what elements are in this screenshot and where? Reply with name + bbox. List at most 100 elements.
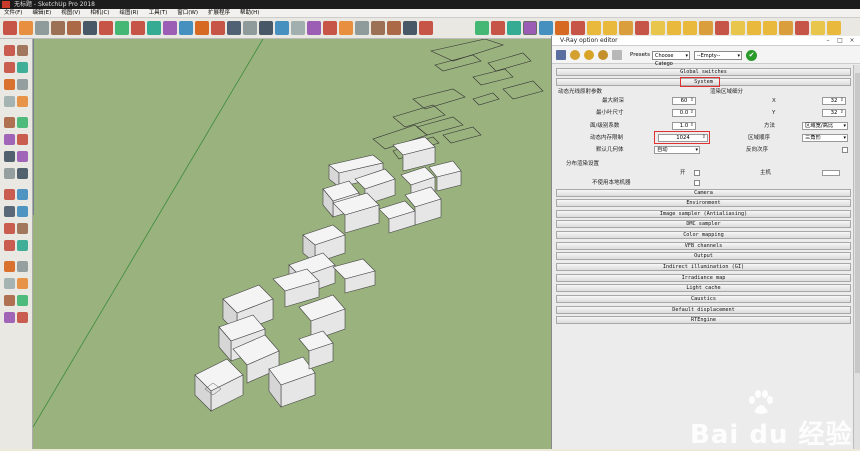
section-color-mapping[interactable]: Color mapping xyxy=(556,231,851,239)
xray-icon[interactable] xyxy=(291,21,305,35)
vray-light-icon[interactable] xyxy=(651,21,665,35)
face-coef-input[interactable]: 1.0 ⇕ xyxy=(672,122,696,130)
pan-icon[interactable] xyxy=(17,261,28,272)
dimension-icon[interactable] xyxy=(17,206,28,217)
zoom-icon[interactable] xyxy=(259,21,273,35)
component-icon[interactable] xyxy=(17,45,28,56)
rectangle-icon[interactable] xyxy=(67,21,81,35)
front-view-icon[interactable] xyxy=(419,21,433,35)
monochrome-icon[interactable] xyxy=(371,21,385,35)
menu-window[interactable]: 窗口(W) xyxy=(172,9,203,18)
preset-category-select[interactable]: Choose Catego ▾ xyxy=(652,51,690,67)
position-camera-icon[interactable] xyxy=(4,312,15,323)
apply-preset-button[interactable]: ✔ xyxy=(746,50,757,61)
scale-icon[interactable] xyxy=(131,21,145,35)
rectangle-icon[interactable] xyxy=(4,96,15,107)
text-icon[interactable] xyxy=(17,223,28,234)
spinner-icon[interactable]: ⇕ xyxy=(840,109,844,116)
close-icon[interactable]: × xyxy=(846,37,858,45)
text-icon[interactable] xyxy=(179,21,193,35)
pie-icon[interactable] xyxy=(17,134,28,145)
menu-file[interactable]: 文件(F) xyxy=(0,9,27,18)
offset-icon[interactable] xyxy=(17,189,28,200)
polygon-icon[interactable] xyxy=(17,117,28,128)
followme-icon[interactable] xyxy=(17,168,28,179)
menu-draw[interactable]: 绘图(R) xyxy=(114,9,143,18)
x-input[interactable]: 32 ⇕ xyxy=(822,97,846,105)
section-irradiance-map[interactable]: Irradiance map xyxy=(556,274,851,282)
preset-value-select[interactable]: --Empty-- ▾ xyxy=(694,51,742,60)
vray-sphere-light-icon[interactable] xyxy=(667,21,681,35)
axes-icon[interactable] xyxy=(195,21,209,35)
model-viewport[interactable] xyxy=(33,39,551,449)
back-view-icon[interactable] xyxy=(491,21,505,35)
menu-tools[interactable]: 工具(T) xyxy=(144,9,173,18)
vray-camera-icon[interactable] xyxy=(811,21,825,35)
iso-view-icon[interactable] xyxy=(387,21,401,35)
vray-mesh-icon[interactable] xyxy=(747,21,761,35)
rotate-icon[interactable] xyxy=(115,21,129,35)
section-default-displacement[interactable]: Default displacement xyxy=(556,306,851,314)
3d-text-icon[interactable] xyxy=(17,240,28,251)
wireframe-icon[interactable] xyxy=(307,21,321,35)
max-depth-input[interactable]: 60 ⇕ xyxy=(672,97,696,105)
component-icon[interactable] xyxy=(539,21,553,35)
eraser-icon[interactable] xyxy=(19,21,33,35)
pencil-icon[interactable] xyxy=(35,21,49,35)
eraser-icon[interactable] xyxy=(17,62,28,73)
section-caustics[interactable]: Caustics xyxy=(556,295,851,303)
paint-icon[interactable] xyxy=(4,62,15,73)
paint-icon[interactable] xyxy=(555,21,569,35)
tape-icon[interactable] xyxy=(163,21,177,35)
minimize-icon[interactable]: – xyxy=(822,37,834,45)
open-icon[interactable] xyxy=(570,50,580,60)
section-camera[interactable]: Camera xyxy=(556,189,851,197)
vray-plane-icon[interactable] xyxy=(795,21,809,35)
menu-camera[interactable]: 相机(C) xyxy=(85,9,114,18)
top-view-icon[interactable] xyxy=(403,21,417,35)
section-output[interactable]: Output xyxy=(556,252,851,260)
vray-omni-icon[interactable] xyxy=(715,21,729,35)
select-icon[interactable] xyxy=(523,21,537,35)
spinner-icon[interactable]: ⇕ xyxy=(690,109,694,116)
right-view-icon[interactable] xyxy=(475,21,489,35)
section-rtengine[interactable]: RTEngine xyxy=(556,316,851,324)
select-icon[interactable] xyxy=(3,21,17,35)
move-icon[interactable] xyxy=(4,151,15,162)
arc-icon[interactable] xyxy=(51,21,65,35)
paint-icon[interactable] xyxy=(211,21,225,35)
orbit-icon[interactable] xyxy=(227,21,241,35)
shaded-icon[interactable] xyxy=(339,21,353,35)
pan-icon[interactable] xyxy=(243,21,257,35)
min-leaf-input[interactable]: 0.0 ⇕ xyxy=(672,109,696,117)
offset-icon[interactable] xyxy=(147,21,161,35)
section-environment[interactable]: Environment xyxy=(556,199,851,207)
default-geom-select[interactable]: 自动 ▾ xyxy=(654,146,700,154)
spinner-icon[interactable]: ⇕ xyxy=(690,97,694,104)
method-select[interactable]: 区域宽/高比 ▾ xyxy=(802,122,848,130)
pushpull-icon[interactable] xyxy=(17,151,28,162)
distributed-on-checkbox[interactable] xyxy=(694,170,700,176)
orbit-icon[interactable] xyxy=(4,261,15,272)
arc-icon[interactable] xyxy=(4,134,15,145)
section-dmc-sampler[interactable]: DMC sampler xyxy=(556,220,851,228)
axes-icon[interactable] xyxy=(4,240,15,251)
rotated-rectangle-icon[interactable] xyxy=(17,96,28,107)
menu-help[interactable]: 帮助(H) xyxy=(235,9,264,18)
vray-sun-icon[interactable] xyxy=(827,21,841,35)
hidden-line-icon[interactable] xyxy=(323,21,337,35)
spinner-icon[interactable]: ⇕ xyxy=(690,122,694,129)
move-icon[interactable] xyxy=(99,21,113,35)
reverse-checkbox[interactable] xyxy=(842,147,848,153)
pushpull-icon[interactable] xyxy=(83,21,97,35)
previous-view-icon[interactable] xyxy=(17,295,28,306)
circle-icon[interactable] xyxy=(4,117,15,128)
spinner-icon[interactable]: ⇕ xyxy=(840,97,844,104)
zoom-window-icon[interactable] xyxy=(17,278,28,289)
section-vfb-channels[interactable]: VFB channels xyxy=(556,242,851,250)
no-local-checkbox[interactable] xyxy=(694,180,700,186)
load-icon[interactable] xyxy=(598,50,608,60)
vray-frame-buffer-icon[interactable] xyxy=(635,21,649,35)
line-icon[interactable] xyxy=(4,79,15,90)
vray-render-icon[interactable] xyxy=(603,21,617,35)
